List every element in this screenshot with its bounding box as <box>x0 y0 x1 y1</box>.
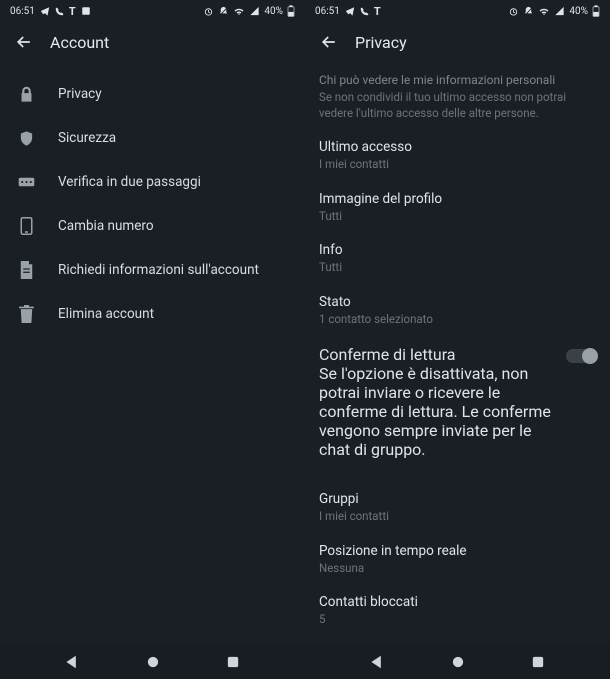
setting-blocked[interactable]: Contatti bloccati 5 <box>305 586 610 638</box>
setting-title: Ultimo accesso <box>319 139 596 155</box>
privacy-header: Privacy <box>305 22 610 66</box>
setting-title: Conferme di lettura <box>319 345 558 364</box>
menu-label: Verifica in due passaggi <box>58 174 201 190</box>
shield-icon <box>16 128 36 148</box>
menu-item-privacy[interactable]: Privacy <box>0 72 305 116</box>
setting-sub: Tutti <box>319 209 596 225</box>
nav-recent-icon[interactable] <box>225 654 241 670</box>
menu-item-change-number[interactable]: Cambia numero <box>0 204 305 248</box>
t-notif-icon: T <box>69 5 76 18</box>
nav-home-icon[interactable] <box>145 654 161 670</box>
page-title: Privacy <box>355 33 407 52</box>
alarm-icon <box>508 6 519 17</box>
menu-item-security[interactable]: Sicurezza <box>0 116 305 160</box>
setting-title: Immagine del profilo <box>319 191 596 207</box>
phone-small-icon <box>360 7 369 16</box>
privacy-intro: Chi può vedere le mie informazioni perso… <box>305 66 610 131</box>
setting-about[interactable]: Info Tutti <box>305 234 610 286</box>
setting-title: Info <box>319 242 596 258</box>
intro-title: Chi può vedere le mie informazioni perso… <box>319 72 596 88</box>
menu-label: Sicurezza <box>58 130 116 146</box>
nav-home-icon[interactable] <box>450 654 466 670</box>
setting-sub: I miei contatti <box>319 157 596 173</box>
back-icon[interactable] <box>319 32 339 52</box>
dnd-icon <box>218 6 229 17</box>
setting-groups[interactable]: Gruppi I miei contatti <box>305 483 610 535</box>
battery-text: 40% <box>264 6 283 17</box>
android-navbar <box>0 645 305 679</box>
status-time: 06:51 <box>315 6 340 17</box>
setting-title: Gruppi <box>319 491 596 507</box>
nav-back-icon[interactable] <box>64 654 80 670</box>
nav-back-icon[interactable] <box>369 654 385 670</box>
document-icon <box>16 260 36 280</box>
telegram-icon <box>40 6 50 16</box>
setting-sub: Nessuna <box>319 561 596 577</box>
android-navbar <box>305 645 610 679</box>
signal-icon <box>249 6 260 16</box>
status-time: 06:51 <box>10 6 35 17</box>
menu-label: Elimina account <box>58 306 154 322</box>
setting-live-location[interactable]: Posizione in tempo reale Nessuna <box>305 535 610 587</box>
nav-recent-icon[interactable] <box>530 654 546 670</box>
telegram-icon <box>345 6 355 16</box>
lock-icon <box>16 84 36 104</box>
phone-small-icon <box>55 7 64 16</box>
menu-label: Privacy <box>58 86 102 102</box>
battery-text: 40% <box>569 6 588 17</box>
app-icon <box>81 6 91 16</box>
alarm-icon <box>203 6 214 17</box>
setting-profile-photo[interactable]: Immagine del profilo Tutti <box>305 183 610 235</box>
setting-read-receipts[interactable]: Conferme di lettura Se l'opzione è disat… <box>305 337 610 469</box>
setting-desc: Se l'opzione è disattivata, non potrai i… <box>319 364 558 459</box>
account-header: Account <box>0 22 305 66</box>
setting-status[interactable]: Stato 1 contatto selezionato <box>305 286 610 338</box>
intro-text: Se non condividi il tuo ultimo accesso n… <box>319 90 596 121</box>
wifi-icon <box>233 6 245 16</box>
wifi-icon <box>538 6 550 16</box>
setting-sub: I miei contatti <box>319 509 596 525</box>
password-icon <box>16 172 36 192</box>
menu-item-request-info[interactable]: Richiedi informazioni sull'account <box>0 248 305 292</box>
status-bar: 06:51 T 40% <box>305 0 610 22</box>
setting-title: Stato <box>319 294 596 310</box>
t-notif-icon: T <box>374 5 381 18</box>
setting-title: Contatti bloccati <box>319 594 596 610</box>
menu-label: Cambia numero <box>58 218 154 234</box>
battery-icon <box>592 5 600 17</box>
read-receipts-toggle[interactable] <box>566 349 596 363</box>
setting-sub: 5 <box>319 612 596 628</box>
status-bar: 06:51 T 40% <box>0 0 305 22</box>
dnd-icon <box>523 6 534 17</box>
menu-label: Richiedi informazioni sull'account <box>58 262 259 278</box>
back-icon[interactable] <box>14 32 34 52</box>
setting-last-seen[interactable]: Ultimo accesso I miei contatti <box>305 131 610 183</box>
menu-item-delete[interactable]: Elimina account <box>0 292 305 336</box>
trash-icon <box>16 304 36 324</box>
page-title: Account <box>50 33 109 52</box>
menu-item-twostep[interactable]: Verifica in due passaggi <box>0 160 305 204</box>
setting-sub: Tutti <box>319 260 596 276</box>
battery-icon <box>287 5 295 17</box>
signal-icon <box>554 6 565 16</box>
phone-icon <box>16 216 36 236</box>
setting-title: Posizione in tempo reale <box>319 543 596 559</box>
account-menu: Privacy Sicurezza Verifica in due passag… <box>0 66 305 342</box>
setting-sub: 1 contatto selezionato <box>319 312 596 328</box>
